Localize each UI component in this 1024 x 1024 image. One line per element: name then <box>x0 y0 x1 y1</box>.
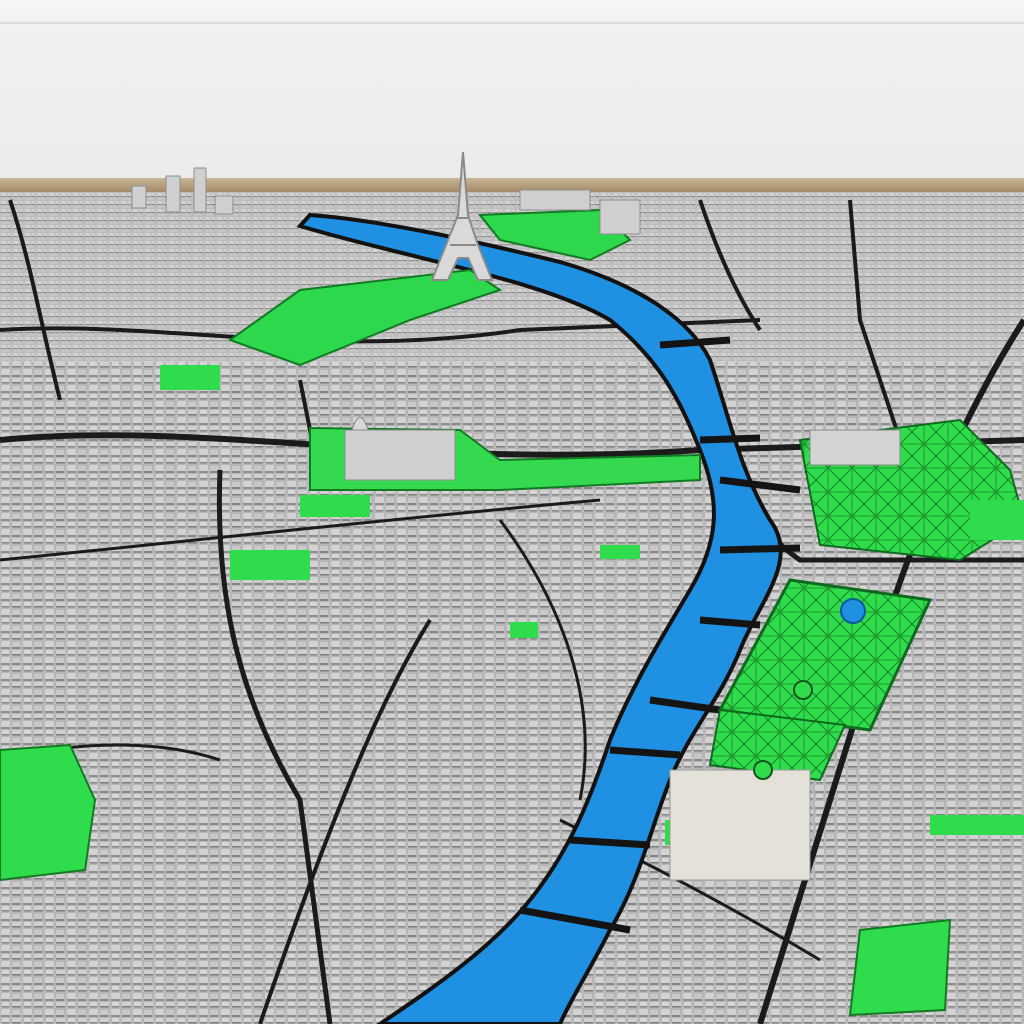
park-bottom-right <box>848 918 952 1017</box>
invalides-building <box>344 429 456 481</box>
park-small-7 <box>600 545 640 559</box>
park-small-2 <box>230 550 310 580</box>
courtyard-light <box>669 769 811 881</box>
paris-3d-map-photo <box>0 0 1024 1024</box>
park-small-8 <box>970 500 1024 540</box>
park-small-3 <box>300 495 370 517</box>
fountain-2 <box>793 680 813 700</box>
park-small-1 <box>160 365 220 390</box>
fountain-3 <box>753 760 773 780</box>
map-model <box>0 151 1024 1024</box>
park-small-6 <box>510 622 538 638</box>
fountain-1 <box>840 598 866 624</box>
park-small-4 <box>930 815 1024 835</box>
louvre-building <box>809 429 901 466</box>
